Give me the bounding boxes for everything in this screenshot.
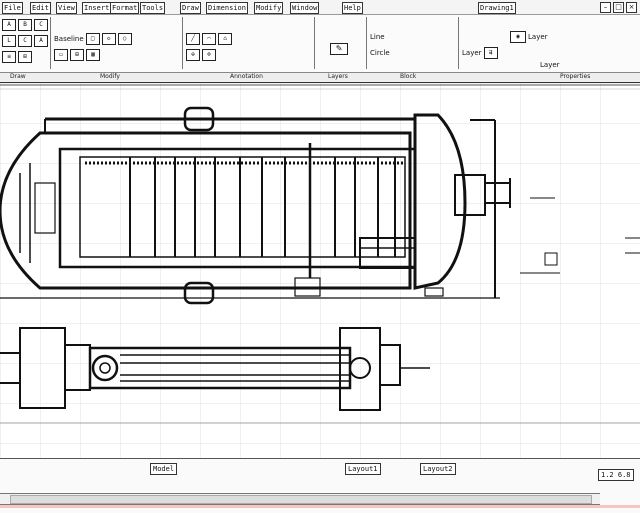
intersect-icon[interactable]: ⊗ <box>202 48 216 61</box>
ribbon-group-properties: ◉ Layer Layer ⇶ Layer <box>460 17 600 69</box>
ribbon-group-label-bar <box>0 72 640 82</box>
tool-b-button[interactable]: B <box>18 18 32 31</box>
ribbon-group-modify: Baseline □ ◇ ○ ▭ ⊞ ▦ <box>52 17 183 69</box>
menu-bar: File Edit View Insert Format Tools Draw … <box>0 0 640 15</box>
menu-window[interactable]: Window <box>290 2 320 14</box>
drawing-canvas[interactable] <box>0 83 640 466</box>
circle-icon[interactable]: ○ <box>117 32 132 45</box>
tool-l-button[interactable]: L <box>2 34 16 47</box>
layout1-tab[interactable]: Layout1 <box>345 463 381 475</box>
circle-tool-label[interactable]: Circle <box>370 48 390 58</box>
cad-drawing[interactable] <box>0 83 640 466</box>
ribbon-group-annotation: ╱ ⌒ ⌂ ⊕ ⊗ <box>184 17 315 69</box>
menu-view[interactable]: View <box>56 2 77 14</box>
ribbon-group-block: Line Circle <box>368 17 459 69</box>
menu-format[interactable]: Format <box>110 2 140 14</box>
baseline-label[interactable]: Baseline <box>54 34 84 44</box>
tool-a2-button[interactable]: A <box>34 34 48 47</box>
edit-icon[interactable]: ✎ <box>330 42 348 55</box>
ribbon-group-draw: A B C L C A ≡ ⊞ <box>0 17 51 69</box>
menu-modify[interactable]: Modify <box>254 2 284 14</box>
window-title: Drawing1 <box>478 2 516 14</box>
scrollbar-thumb[interactable] <box>10 495 592 504</box>
properties-icon[interactable]: ◉ <box>510 30 526 43</box>
minimize-icon[interactable]: – <box>600 2 611 13</box>
baseline-icon[interactable]: ≡ <box>2 50 16 63</box>
ribbon-group-layers: ✎ <box>316 17 367 69</box>
status-accent-line <box>0 505 640 508</box>
group-label-annotation: Annotation <box>230 73 263 80</box>
group-label-layers: Layers <box>328 73 348 80</box>
group-label-modify: Modify <box>100 73 120 80</box>
layer-dropdown-2[interactable]: Layer <box>462 48 482 58</box>
hatch-icon[interactable]: ▦ <box>86 48 100 61</box>
menu-help[interactable]: Help <box>342 2 363 14</box>
layer-dropdown-1[interactable]: Layer <box>528 32 548 42</box>
rectangle-icon[interactable]: ▭ <box>54 48 68 61</box>
maximize-icon[interactable]: □ <box>613 2 624 13</box>
close-icon[interactable]: × <box>626 2 637 13</box>
menu-file[interactable]: File <box>2 2 23 14</box>
square-icon[interactable]: □ <box>85 32 100 45</box>
menu-dimension[interactable]: Dimension <box>206 2 248 14</box>
tool-c-button[interactable]: C <box>34 18 48 31</box>
line-tool-label[interactable]: Line <box>370 32 385 42</box>
diamond-icon[interactable]: ◇ <box>101 32 116 45</box>
menu-edit[interactable]: Edit <box>30 2 51 14</box>
group-label-block: Block <box>400 73 417 80</box>
menu-tools[interactable]: Tools <box>140 2 166 14</box>
center-mark-icon[interactable]: ⊕ <box>186 48 200 61</box>
grid-icon[interactable]: ⊞ <box>18 50 32 63</box>
tool-c2-button[interactable]: C <box>18 34 32 47</box>
arc-icon[interactable]: ⌒ <box>202 32 216 45</box>
ribbon-toolbar: A B C L C A ≡ ⊞ Baseline □ ◇ ○ ▭ ⊞ ▦ ╱ ⌒… <box>0 15 640 83</box>
table-icon[interactable]: ⊞ <box>70 48 84 61</box>
layout2-tab[interactable]: Layout2 <box>420 463 456 475</box>
match-properties-icon[interactable]: ⇶ <box>483 46 498 59</box>
line-icon[interactable]: ╱ <box>186 32 200 45</box>
coordinate-readout: 1.2 6.8 <box>598 469 634 481</box>
layer-dropdown-3[interactable]: Layer <box>540 60 560 70</box>
menu-insert[interactable]: Insert <box>82 2 112 14</box>
model-tab[interactable]: Model <box>150 463 178 475</box>
tool-a-button[interactable]: A <box>2 18 16 31</box>
group-label-draw: Draw <box>10 73 26 80</box>
polygon-icon[interactable]: ⌂ <box>218 32 232 45</box>
menu-draw[interactable]: Draw <box>180 2 201 14</box>
group-label-properties: Properties <box>560 73 591 80</box>
horizontal-scrollbar[interactable] <box>0 493 600 505</box>
